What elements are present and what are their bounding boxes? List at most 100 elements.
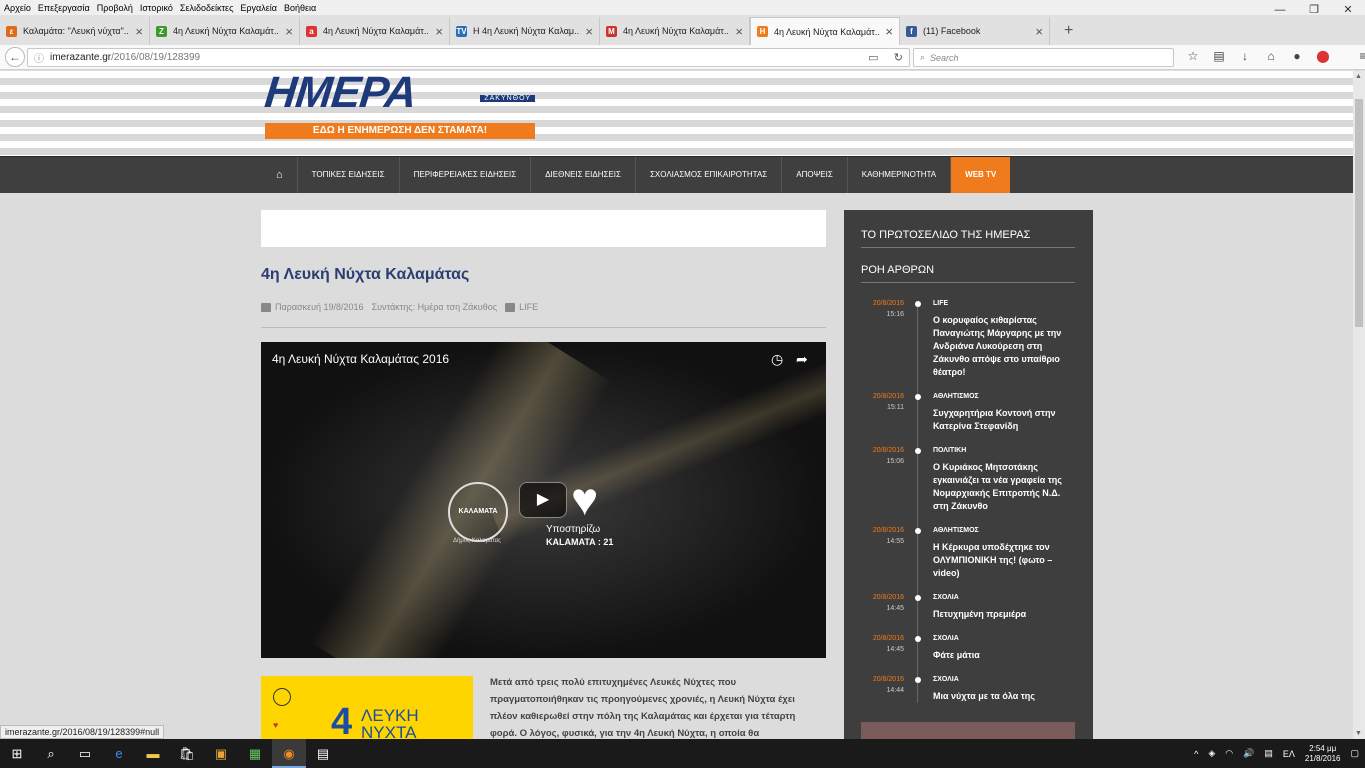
new-tab-icon[interactable]: + <box>1064 17 1073 45</box>
kalamata-text: KALAMATA : 21 <box>546 537 614 547</box>
nav-item[interactable]: ΣΧΟΛΙΑΣΜΟΣ ΕΠΙΚΑΙΡΟΤΗΤΑΣ <box>636 157 783 193</box>
feed-time: 14:55 <box>886 538 904 545</box>
windows-start-icon[interactable]: ⊞ <box>0 739 34 768</box>
bookmark-star-icon[interactable]: ☆ <box>1180 49 1206 63</box>
article-category[interactable]: LIFE <box>505 302 538 313</box>
file-explorer-icon[interactable]: ▬ <box>136 739 170 768</box>
back-button[interactable]: ← <box>5 47 25 67</box>
article-author[interactable]: Συντάκτης: Ημέρα τση Ζάκυθος <box>372 302 498 312</box>
volume-icon[interactable]: 🔊 <box>1243 748 1254 759</box>
folder-icon <box>505 303 516 313</box>
tab-close-icon[interactable]: × <box>885 24 893 39</box>
feed-headline[interactable]: Φάτε μάτια <box>933 649 1078 662</box>
wifi-icon[interactable]: ◠ <box>1225 748 1233 759</box>
feed-category[interactable]: ΣΧΟΛΙΑ <box>933 676 959 683</box>
watch-later-icon[interactable]: ◷ <box>771 351 783 368</box>
feed-headline[interactable]: Μια νύχτα με τα όλα της <box>933 690 1078 703</box>
menu-item[interactable]: Αρχείο <box>4 3 31 13</box>
scrollbar-thumb[interactable] <box>1355 99 1363 327</box>
video-title[interactable]: 4η Λευκή Νύχτα Καλαμάτας 2016 <box>272 352 449 366</box>
browser-tab[interactable]: TV Η 4η Λευκή Νύχτα Καλαμ... × <box>450 17 600 45</box>
feed-time: 14:45 <box>886 646 904 653</box>
tab-close-icon[interactable]: × <box>1035 24 1043 39</box>
menu-item[interactable]: Ιστορικό <box>140 3 173 13</box>
video-player[interactable]: 4η Λευκή Νύχτα Καλαμάτας 2016 ◷ ➦ ΚΑΛΑΜΑ… <box>261 342 826 658</box>
feed-category[interactable]: ΑΘΛΗΤΙΣΜΟΣ <box>933 527 979 534</box>
sidebar-box <box>861 722 1075 739</box>
search-taskbar-icon[interactable]: ⌕ <box>34 739 68 768</box>
scroll-up-icon[interactable]: ▲ <box>1355 73 1362 80</box>
search-field[interactable]: ⌕ Search <box>913 48 1174 67</box>
nav-item[interactable]: ΠΕΡΙΦΕΡΕΙΑΚΕΣ ΕΙΔΗΣΕΙΣ <box>400 157 532 193</box>
tab-close-icon[interactable]: × <box>285 24 293 39</box>
feed-headline[interactable]: Η Κέρκυρα υποδέχτηκε τον ΟΛΥΜΠΙΟΝΙΚΗ της… <box>933 541 1078 580</box>
scroll-down-icon[interactable]: ▼ <box>1355 730 1362 737</box>
tab-close-icon[interactable]: × <box>135 24 143 39</box>
feed-category[interactable]: ΠΟΛΙΤΙΚΗ <box>933 447 966 454</box>
store-icon[interactable]: 🛍 <box>170 739 204 768</box>
media-player-icon[interactable]: ▣ <box>204 739 238 768</box>
nav-home-icon[interactable]: ⌂ <box>262 157 298 193</box>
feed-headline[interactable]: Πετυχημένη πρεμιέρα <box>933 608 1078 621</box>
app-icon[interactable]: ▦ <box>238 739 272 768</box>
menu-item[interactable]: Εργαλεία <box>240 3 277 13</box>
menu-item[interactable]: Σελιδοδείκτες <box>180 3 234 13</box>
ad-banner <box>261 210 826 247</box>
browser-tab[interactable]: Z 4η Λευκή Νύχτα Καλαμάτ... × <box>150 17 300 45</box>
frontpage-heading[interactable]: ΤΟ ΠΡΩΤΟΣΕΛΙΔΟ ΤΗΣ ΗΜΕΡΑΣ <box>861 229 1075 248</box>
play-button[interactable]: ▶ <box>519 482 567 518</box>
hamburger-menu-icon[interactable]: ≡ <box>1350 49 1365 63</box>
menu-item[interactable]: Προβολή <box>97 3 133 13</box>
network-icon[interactable]: ◈ <box>1208 748 1215 759</box>
info-icon[interactable]: ⓘ <box>34 50 44 65</box>
adblock-icon[interactable]: ⬤ <box>1310 49 1336 63</box>
browser-tab[interactable]: M 4η Λευκή Νύχτα Καλαμάτ... × <box>600 17 750 45</box>
chevron-up-icon[interactable]: ^ <box>1194 749 1198 759</box>
kalamata-seal: ΚΑΛΑΜΑΤΑ <box>448 482 508 542</box>
language-indicator[interactable]: ΕΛ <box>1283 749 1295 759</box>
home-icon[interactable]: ⌂ <box>1258 49 1284 63</box>
feed-category[interactable]: LIFE <box>933 300 948 307</box>
logo-text: ΗΜΕΡΑ <box>262 71 419 117</box>
system-tray: ^ ◈ ◠ 🔊 ▤ ΕΛ 2:54 μμ 21/8/2016 ▢ <box>1194 739 1359 768</box>
nav-item[interactable]: ΚΑΘΗΜΕΡΙΝΟΤΗΤΑ <box>848 157 952 193</box>
nav-item[interactable]: ΔΙΕΘΝΕΙΣ ΕΙΔΗΣΕΙΣ <box>531 157 636 193</box>
edge-icon[interactable]: e <box>102 739 136 768</box>
document-icon[interactable]: ▤ <box>306 739 340 768</box>
browser-tab[interactable]: Η 4η Λευκή Νύχτα Καλαμάτ... × <box>750 17 900 45</box>
download-icon[interactable]: ↓ <box>1232 49 1258 63</box>
feed-category[interactable]: ΣΧΟΛΙΑ <box>933 594 959 601</box>
search-placeholder: Search <box>930 52 959 63</box>
tab-title: 4η Λευκή Νύχτα Καλαμάτ... <box>173 26 280 36</box>
menu-item[interactable]: Επεξεργασία <box>38 3 90 13</box>
feed-headline[interactable]: Ο κορυφαίος κιθαρίστας Παναγιώτης Μάργαρ… <box>933 314 1078 379</box>
feed-headline[interactable]: Ο Κυριάκος Μητσοτάκης εγκαινιάζει τα νέα… <box>933 461 1078 513</box>
page-scrollbar[interactable]: ▲ ▼ <box>1353 71 1365 739</box>
clock[interactable]: 2:54 μμ 21/8/2016 <box>1305 744 1341 764</box>
nav-item[interactable]: ΑΠΟΨΕΙΣ <box>782 157 848 193</box>
tab-close-icon[interactable]: × <box>735 24 743 39</box>
nav-item[interactable]: WEB TV <box>951 157 1011 193</box>
main-navigation: ⌂ ΤΟΠΙΚΕΣ ΕΙΔΗΣΕΙΣ ΠΕΡΙΦΕΡΕΙΑΚΕΣ ΕΙΔΗΣΕΙΣ… <box>0 156 1353 193</box>
share-icon[interactable]: ➦ <box>796 351 808 368</box>
timeline-dot <box>915 394 921 400</box>
notification-icon[interactable]: ▤ <box>1264 748 1273 759</box>
clipboard-icon[interactable]: ▤ <box>1206 49 1232 63</box>
reader-icon[interactable]: ▭ ↻ <box>868 51 903 64</box>
action-center-icon[interactable]: ▢ <box>1350 748 1359 759</box>
task-view-icon[interactable]: ▭ <box>68 739 102 768</box>
browser-tab[interactable]: a 4η Λευκή Νύχτα Καλαμάτ... × <box>300 17 450 45</box>
tab-close-icon[interactable]: × <box>435 24 443 39</box>
browser-tab[interactable]: f (11) Facebook × <box>900 17 1050 45</box>
menu-item[interactable]: Βοήθεια <box>284 3 316 13</box>
site-slogan: ΕΔΩ Η ΕΝΗΜΕΡΩΣΗ ΔΕΝ ΣΤΑΜΑΤΑ! <box>265 123 535 139</box>
firefox-icon[interactable]: ◉ <box>272 739 306 768</box>
url-bar[interactable]: ⓘ imerazante.gr/2016/08/19/128399 ▭ ↻ <box>27 48 910 67</box>
browser-tab[interactable]: ε Καλαμάτα: "Λευκή νύχτα"... × <box>0 17 150 45</box>
feed-category[interactable]: ΑΘΛΗΤΙΣΜΟΣ <box>933 393 979 400</box>
chat-icon[interactable]: ● <box>1284 49 1310 63</box>
feed-headline[interactable]: Συγχαρητήρια Κοντονή στην Κατερίνα Στεφα… <box>933 407 1078 433</box>
tab-close-icon[interactable]: × <box>585 24 593 39</box>
nav-item[interactable]: ΤΟΠΙΚΕΣ ΕΙΔΗΣΕΙΣ <box>298 157 400 193</box>
feed-category[interactable]: ΣΧΟΛΙΑ <box>933 635 959 642</box>
